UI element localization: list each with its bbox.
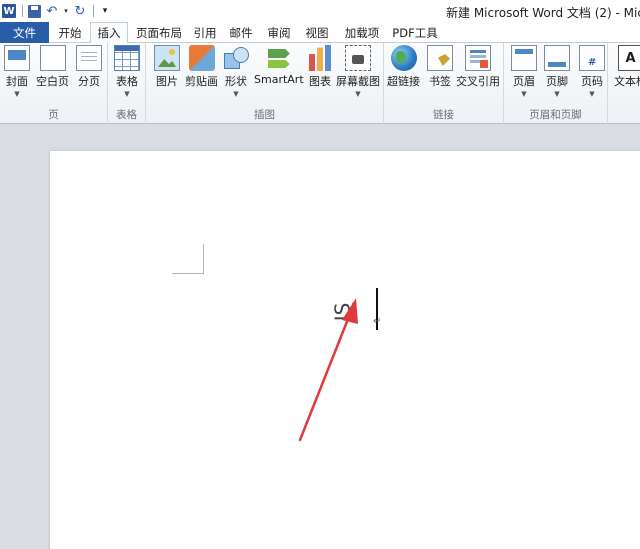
tab-home[interactable]: 开始	[52, 22, 88, 43]
redo-icon[interactable]: ↻	[72, 3, 88, 19]
chevron-down-icon: ▼	[554, 90, 560, 98]
paragraph-mark: ↵	[373, 316, 382, 327]
qat-divider	[93, 5, 94, 17]
chart-icon	[307, 45, 333, 71]
undo-dropdown-icon[interactable]: ▾	[62, 3, 70, 19]
table-button[interactable]: 表格 ▼	[114, 45, 140, 98]
table-icon	[114, 45, 140, 71]
qat-divider	[22, 5, 23, 17]
tab-page-layout[interactable]: 页面布局	[130, 22, 188, 43]
page-number-button[interactable]: 页码 ▼	[579, 45, 605, 98]
smartart-button[interactable]: SmartArt	[254, 45, 304, 86]
title-bar: W ↶ ▾ ↻ ▾ 新建 Microsoft Word 文档 (2) - Mic…	[0, 0, 640, 22]
group-label-tables: 表格	[116, 109, 137, 121]
chevron-down-icon: ▼	[521, 90, 527, 98]
tab-file[interactable]: 文件	[0, 22, 49, 43]
group-label-header-footer: 页眉和页脚	[529, 109, 582, 121]
smartart-icon	[266, 45, 292, 71]
tab-mailings[interactable]: 邮件	[224, 22, 258, 43]
document-area[interactable]: IS ↵	[0, 124, 640, 549]
cover-page-icon	[4, 45, 30, 71]
word-app-icon[interactable]: W	[1, 3, 17, 19]
undo-icon[interactable]: ↶	[44, 3, 60, 19]
tab-review[interactable]: 审阅	[262, 22, 296, 43]
header-icon	[511, 45, 537, 71]
bookmark-icon	[427, 45, 453, 71]
bookmark-button[interactable]: 书签	[427, 45, 453, 89]
cross-reference-button[interactable]: 交叉引用	[456, 45, 500, 89]
tab-insert[interactable]: 插入	[90, 22, 128, 44]
picture-button[interactable]: 图片	[154, 45, 180, 89]
blank-page-button[interactable]: 空白页	[36, 45, 69, 89]
picture-icon	[154, 45, 180, 71]
margin-corner-mark	[172, 244, 204, 274]
annotation-arrow-icon	[298, 298, 358, 442]
clipart-button[interactable]: 剪贴画	[185, 45, 218, 89]
chart-button[interactable]: 图表	[307, 45, 333, 89]
window-title: 新建 Microsoft Word 文档 (2) - Microso	[446, 6, 640, 20]
shapes-button[interactable]: 形状 ▼	[223, 45, 249, 98]
ribbon-tab-row: 文件 开始 插入 页面布局 引用 邮件 审阅 视图 加载项 PDF工具	[0, 22, 640, 44]
group-label-links: 链接	[433, 109, 454, 121]
group-text: A 文本框	[608, 43, 640, 124]
screenshot-button[interactable]: 屏幕截图 ▼	[336, 45, 380, 98]
textbox-icon: A	[617, 45, 640, 71]
page-break-icon	[76, 45, 102, 71]
chevron-down-icon: ▼	[355, 90, 361, 98]
group-header-footer: 页眉 ▼ 页脚 ▼ 页码 ▼ 页眉和页脚	[504, 43, 608, 124]
footer-button[interactable]: 页脚 ▼	[544, 45, 570, 98]
page-number-icon	[579, 45, 605, 71]
page-break-button[interactable]: 分页	[76, 45, 102, 89]
hyperlink-button[interactable]: 超链接	[387, 45, 420, 89]
group-pages: 封面 ▼ 空白页 分页 页	[0, 43, 108, 124]
chevron-down-icon: ▼	[233, 90, 239, 98]
header-button[interactable]: 页眉 ▼	[511, 45, 537, 98]
group-illustrations: 图片 剪贴画 形状 ▼ SmartArt 图表 屏幕截图 ▼ 插图	[146, 43, 384, 124]
cover-page-button[interactable]: 封面 ▼	[4, 45, 30, 98]
customize-qat-icon[interactable]: ▾	[97, 3, 113, 19]
cross-reference-icon	[465, 45, 491, 71]
tab-addins[interactable]: 加载项	[339, 22, 385, 43]
chevron-down-icon: ▼	[589, 90, 595, 98]
blank-page-icon	[39, 45, 66, 71]
ribbon: 封面 ▼ 空白页 分页 页 表格 ▼ 表格 图片 剪贴画 形状 ▼ SmartA…	[0, 43, 640, 124]
clipart-icon	[188, 45, 215, 71]
group-tables: 表格 ▼ 表格	[108, 43, 146, 124]
chevron-down-icon: ▼	[124, 90, 130, 98]
save-icon[interactable]	[26, 3, 42, 19]
tab-references[interactable]: 引用	[190, 22, 220, 43]
screenshot-icon	[345, 45, 371, 71]
globe-link-icon	[390, 45, 417, 71]
quick-access-toolbar: W ↶ ▾ ↻ ▾	[0, 0, 115, 22]
chevron-down-icon: ▼	[14, 90, 20, 98]
group-links: 超链接 书签 交叉引用 链接	[384, 43, 504, 124]
tab-view[interactable]: 视图	[300, 22, 334, 43]
footer-icon	[544, 45, 570, 71]
tab-pdf-tools[interactable]: PDF工具	[389, 22, 441, 43]
group-label-illustrations: 插图	[254, 109, 275, 121]
group-label-pages: 页	[48, 109, 59, 121]
textbox-button[interactable]: A 文本框	[614, 45, 640, 89]
shapes-icon	[223, 45, 249, 71]
